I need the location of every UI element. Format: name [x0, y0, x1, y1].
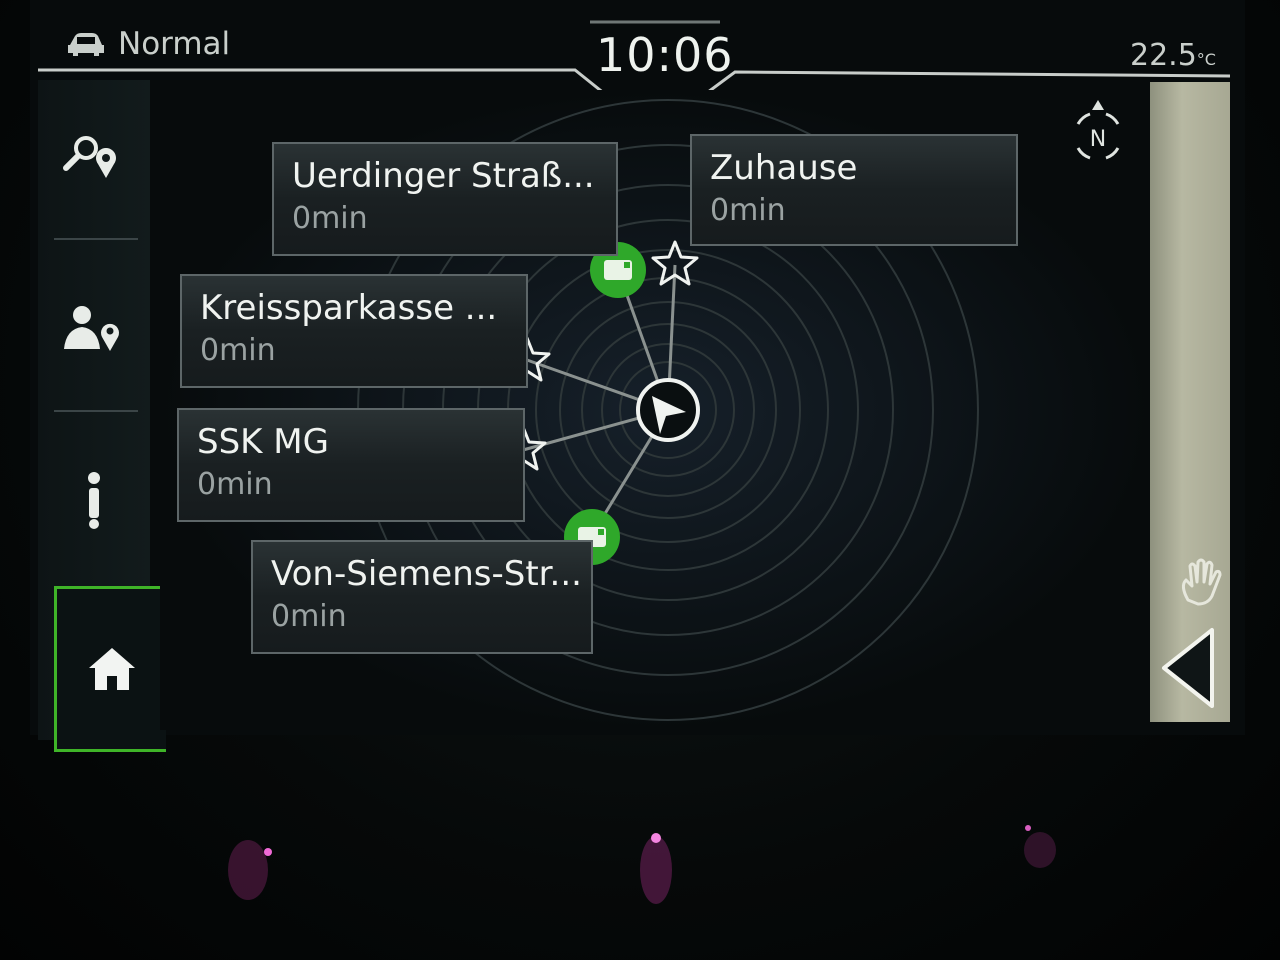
destination-card[interactable]: SSK MG 0min	[177, 408, 525, 522]
contacts-destination-icon	[64, 306, 119, 351]
route-info-icon	[88, 472, 100, 529]
car-icon	[68, 33, 104, 56]
drive-mode[interactable]: Normal	[66, 26, 230, 62]
status-bar: Normal 10:06 22.5°C	[0, 0, 1280, 100]
destination-time: 0min	[271, 599, 347, 634]
destination-time: 0min	[292, 201, 368, 236]
sidebar-divider	[54, 238, 138, 240]
compass-button[interactable]: N	[1068, 100, 1128, 170]
temperature-unit: °C	[1196, 50, 1216, 69]
destination-name: Uerdinger Straß...	[292, 156, 595, 196]
destination-time: 0min	[197, 467, 273, 502]
hardware-button-leds	[228, 825, 1056, 904]
destination-name: Zuhause	[710, 148, 858, 188]
sidebar-item-search[interactable]	[38, 80, 150, 230]
home-icon	[88, 648, 135, 690]
gesture-hand-icon	[1181, 558, 1222, 606]
destination-card[interactable]: Von-Siemens-Str... 0min	[251, 540, 593, 654]
sidebar-item-route-info[interactable]	[38, 425, 150, 575]
current-position-marker	[636, 378, 700, 442]
destination-time: 0min	[710, 193, 786, 228]
search-destination-icon	[63, 136, 116, 178]
temperature-value: 22.5	[1130, 38, 1197, 73]
destination-card[interactable]: Uerdinger Straß... 0min	[272, 142, 618, 256]
collapse-panel-button[interactable]	[1160, 626, 1220, 710]
sidebar-divider	[54, 410, 138, 412]
destination-card[interactable]: Kreissparkasse ... 0min	[180, 274, 528, 388]
sidebar-item-home[interactable]	[54, 586, 166, 752]
compass-label: N	[1090, 127, 1106, 152]
temperature: 22.5°C	[1130, 38, 1216, 73]
destination-time: 0min	[200, 333, 276, 368]
destination-card[interactable]: Zuhause 0min	[690, 134, 1018, 246]
drive-mode-label: Normal	[118, 26, 231, 62]
destination-name: Von-Siemens-Str...	[271, 554, 582, 594]
destination-name: Kreissparkasse ...	[200, 288, 498, 328]
destination-name: SSK MG	[197, 422, 329, 462]
clock: 10:06	[596, 28, 734, 82]
sidebar-item-contacts[interactable]	[38, 255, 150, 405]
